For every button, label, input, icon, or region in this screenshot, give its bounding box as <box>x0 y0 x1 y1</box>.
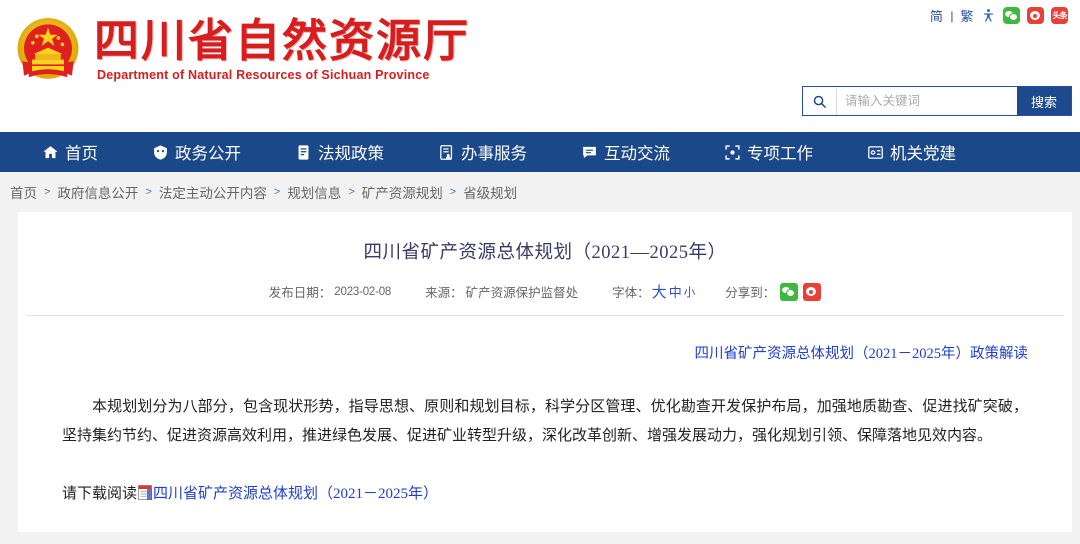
meta-divider <box>26 315 1064 316</box>
breadcrumb-item-0[interactable]: 首页 <box>10 182 37 202</box>
nav-item-government-affairs[interactable]: 政务公开 <box>152 140 241 164</box>
share-weibo-icon[interactable] <box>803 282 822 301</box>
search-icon <box>803 87 837 115</box>
lang-separator: | <box>950 8 954 23</box>
source-value: 矿产资源保护监督处 <box>465 286 579 300</box>
pdf-file-icon <box>138 484 153 500</box>
publish-date-label: 发布日期： <box>268 286 332 300</box>
national-emblem-icon <box>8 10 88 90</box>
breadcrumb-separator: > <box>449 186 457 198</box>
breadcrumb-separator: > <box>348 186 355 198</box>
breadcrumb-item-3[interactable]: 规划信息 <box>287 182 341 202</box>
site-header: 简 | 繁 头条 四川省自然资源厅 Department of Natural … <box>0 0 1080 132</box>
main-navigation: 首页 政务公开 法规政策 办事服务 互动交流 专项工作 机关党建 <box>0 132 1080 172</box>
lang-traditional-link[interactable]: 繁 <box>960 6 974 25</box>
breadcrumb-item-5[interactable]: 省级规划 <box>463 182 517 202</box>
breadcrumb-item-1[interactable]: 政府信息公开 <box>57 182 138 202</box>
brand-text-block: 四川省自然资源厅 Department of Natural Resources… <box>94 16 471 82</box>
policy-interpretation-row: 四川省矿产资源总体规划（2021－2025年）政策解读 <box>62 342 1029 363</box>
share-wechat-icon[interactable] <box>780 282 799 301</box>
nav-item-interaction[interactable]: 互动交流 <box>581 140 670 164</box>
fontsize-label: 字体： <box>612 286 650 300</box>
fontsize-small-button[interactable]: 小 <box>684 284 696 300</box>
brand-title-en: Department of Natural Resources of Sichu… <box>97 67 430 82</box>
article-meta: 发布日期： 2023-02-08 来源： 矿产资源保护监督处 字体： 大 中 小… <box>62 281 1028 302</box>
nav-item-home[interactable]: 首页 <box>42 140 98 164</box>
fontsize-medium-button[interactable]: 中 <box>669 282 682 301</box>
source-group: 来源： 矿产资源保护监督处 <box>425 282 578 301</box>
nav-label: 机关党建 <box>890 144 956 163</box>
download-prefix-label: 请下载阅读 <box>62 485 138 502</box>
nav-item-special-work[interactable]: 专项工作 <box>724 140 813 164</box>
utility-topbar: 简 | 繁 头条 <box>930 6 1068 25</box>
breadcrumb-separator: > <box>44 186 51 198</box>
publish-date-group: 发布日期： 2023-02-08 <box>268 282 392 301</box>
home-icon <box>43 145 58 158</box>
policy-interpretation-link[interactable]: 四川省矿产资源总体规划（2021－2025年）政策解读 <box>695 346 1029 362</box>
nav-item-laws-policies[interactable]: 法规政策 <box>295 140 384 164</box>
share-group: 分享到： <box>725 282 822 301</box>
nav-label: 首页 <box>65 144 98 163</box>
nav-label: 专项工作 <box>747 144 813 163</box>
lang-simplified-link[interactable]: 简 <box>930 6 944 25</box>
breadcrumb: 首页 > 政府信息公开 > 法定主动公开内容 > 规划信息 > 矿产资源规划 >… <box>0 172 1080 212</box>
source-label: 来源： <box>425 286 463 300</box>
shield-icon <box>154 144 167 160</box>
search-box[interactable]: 搜索 <box>802 86 1072 116</box>
chat-bubble-icon <box>583 146 596 158</box>
brand-title-zh: 四川省自然资源厅 <box>94 16 471 67</box>
nav-item-party-building[interactable]: 机关党建 <box>867 140 956 164</box>
page-title: 四川省矿产资源总体规划（2021—2025年） <box>363 243 727 263</box>
nav-label: 互动交流 <box>604 144 670 163</box>
nav-label: 法规政策 <box>318 144 384 163</box>
fontsize-large-button[interactable]: 大 <box>652 281 667 302</box>
toutiao-icon[interactable]: 头条 <box>1051 7 1068 24</box>
service-form-icon <box>440 144 453 160</box>
focus-target-icon <box>725 144 740 160</box>
search-input[interactable] <box>837 87 1017 115</box>
nav-label: 办事服务 <box>461 144 527 163</box>
nav-item-services[interactable]: 办事服务 <box>438 140 527 164</box>
accessibility-icon[interactable] <box>981 8 996 23</box>
article-card: 四川省矿产资源总体规划（2021—2025年） 发布日期： 2023-02-08… <box>18 212 1072 532</box>
document-icon <box>298 144 309 160</box>
breadcrumb-item-4[interactable]: 矿产资源规划 <box>362 182 443 202</box>
weibo-icon[interactable] <box>1027 7 1044 24</box>
party-badge-icon <box>868 145 883 159</box>
download-row: 请下载阅读 四川省矿产资源总体规划（2021－2025年） <box>62 482 1028 503</box>
publish-date-value: 2023-02-08 <box>334 285 392 298</box>
site-logo[interactable]: 四川省自然资源厅 Department of Natural Resources… <box>8 10 470 90</box>
search-button[interactable]: 搜索 <box>1017 87 1071 115</box>
download-file-link[interactable]: 四川省矿产资源总体规划（2021－2025年） <box>153 482 438 503</box>
wechat-icon[interactable] <box>1003 7 1020 24</box>
nav-label: 政务公开 <box>175 144 241 163</box>
breadcrumb-separator: > <box>273 186 281 198</box>
breadcrumb-item-2[interactable]: 法定主动公开内容 <box>159 182 267 202</box>
share-label: 分享到： <box>725 286 776 300</box>
article-body: 本规划划分为八部分，包含现状形势，指导思想、原则和规划目标，科学分区管理、优化勘… <box>62 399 1028 445</box>
fontsize-group: 字体： 大 中 小 <box>612 281 695 302</box>
share-icon-list <box>780 282 822 301</box>
breadcrumb-separator: > <box>145 186 152 198</box>
